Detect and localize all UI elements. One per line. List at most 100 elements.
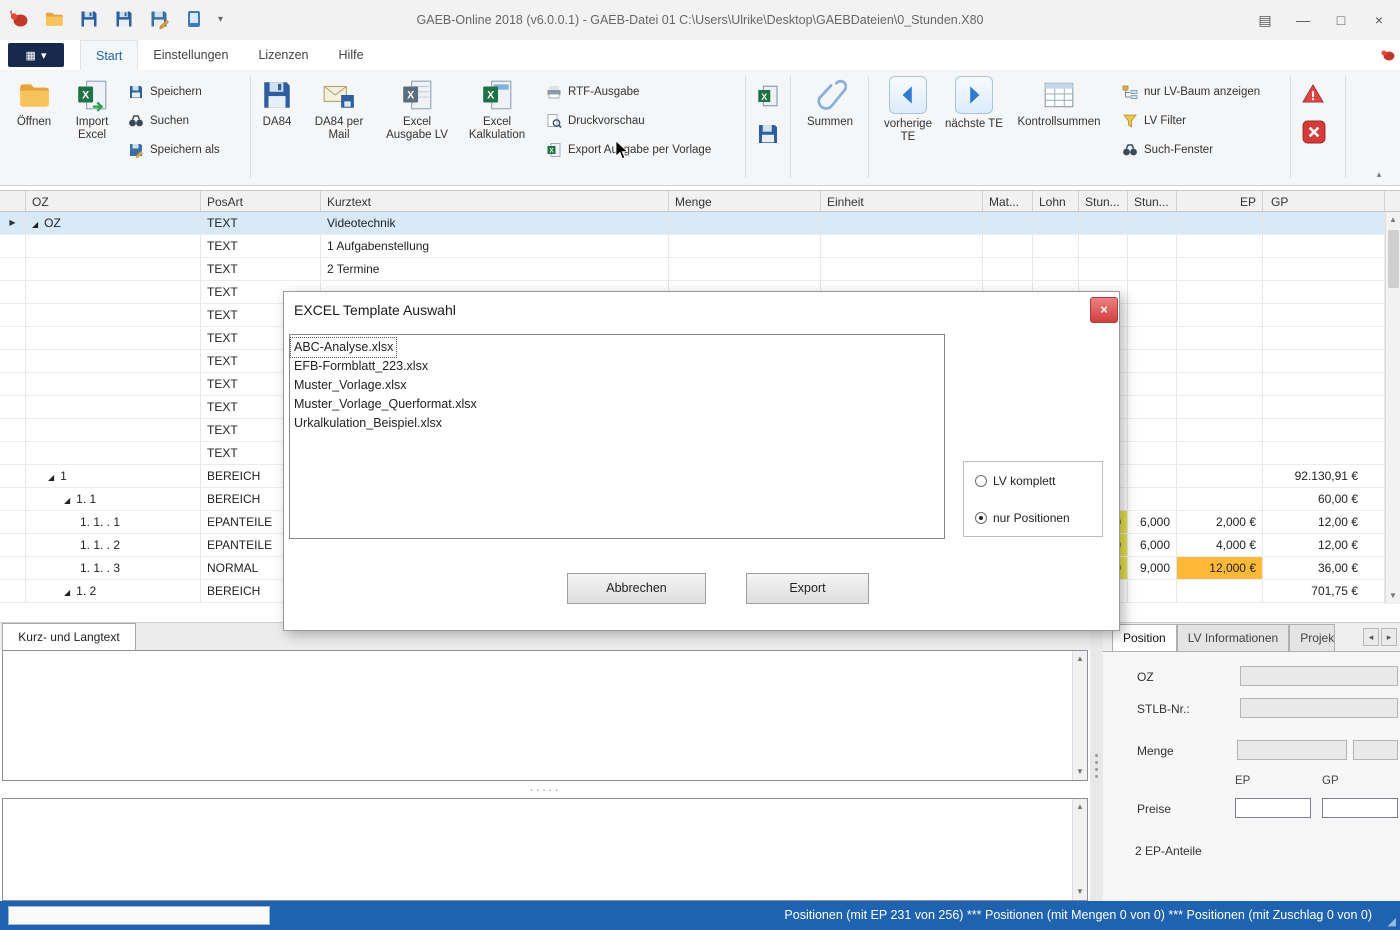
excel-kalkulation-button[interactable]: X Excel Kalkulation <box>458 76 536 142</box>
lv-filter-button[interactable]: LV Filter <box>1122 111 1186 131</box>
cell-ep[interactable] <box>1177 304 1263 326</box>
cell-oz[interactable]: 1. 1. . 3 <box>26 557 201 579</box>
tab-next-icon[interactable]: ▸ <box>1381 628 1397 646</box>
cell-kurztext[interactable]: 1 Aufgabenstellung <box>321 235 669 257</box>
template-listbox[interactable]: ABC-Analyse.xlsx EFB-Formblatt_223.xlsx … <box>289 334 945 539</box>
app-menu-button[interactable]: ▦ ▾ <box>8 43 64 67</box>
cell-stun2[interactable] <box>1128 396 1177 418</box>
kontrollsummen-button[interactable]: Kontrollsummen <box>1012 76 1106 129</box>
cell-ep[interactable] <box>1177 396 1263 418</box>
cell-ep[interactable] <box>1177 488 1263 510</box>
cell-posart[interactable]: TEXT <box>201 258 321 280</box>
column-header-mat[interactable]: Mat... <box>983 191 1033 211</box>
suchen-button[interactable]: Suchen <box>128 111 189 131</box>
expand-node-icon[interactable]: ◢ <box>32 220 38 229</box>
cell-oz[interactable]: 1. 1. . 1 <box>26 511 201 533</box>
cell-stun2[interactable] <box>1128 281 1177 303</box>
list-item-template[interactable]: Muster_Vorlage_Querformat.xlsx <box>291 395 480 414</box>
cell-stun2[interactable]: 6,000 <box>1128 534 1177 556</box>
cell-einheit[interactable] <box>821 212 983 234</box>
cell-oz[interactable] <box>26 442 201 464</box>
mouse-settings-icon[interactable] <box>1380 47 1396 63</box>
da84-button[interactable]: DA84 <box>254 76 300 129</box>
such-fenster-button[interactable]: Such-Fenster <box>1122 140 1213 160</box>
tab-lizenzen[interactable]: Lizenzen <box>243 40 323 70</box>
list-item-template[interactable]: ABC-Analyse.xlsx <box>291 338 396 357</box>
tab-projekt[interactable]: Projek <box>1289 624 1335 651</box>
cell-oz[interactable] <box>26 281 201 303</box>
cell-gp[interactable]: 12,00 € <box>1263 511 1385 533</box>
tab-einstellungen[interactable]: Einstellungen <box>138 40 243 70</box>
cell-einheit[interactable] <box>821 258 983 280</box>
naechste-te-button[interactable]: nächste TE <box>945 76 1003 131</box>
cell-oz[interactable] <box>26 419 201 441</box>
grid-vertical-scrollbar[interactable]: ▲ ▼ <box>1385 212 1400 604</box>
scroll-down-icon[interactable]: ▼ <box>1073 884 1087 900</box>
cell-gp[interactable]: 60,00 € <box>1263 488 1385 510</box>
horizontal-splitter[interactable]: ····· <box>0 783 1090 797</box>
cell-einheit[interactable] <box>821 235 983 257</box>
save-da84-icon[interactable] <box>113 8 135 30</box>
list-item-template[interactable]: Muster_Vorlage.xlsx <box>291 376 410 395</box>
column-header-oz[interactable]: OZ <box>26 191 201 211</box>
table-row[interactable]: TEXT2 Termine <box>0 258 1400 281</box>
cell-ep[interactable] <box>1177 212 1263 234</box>
cell-stun2[interactable] <box>1128 580 1177 602</box>
tab-kurz-und-langtext[interactable]: Kurz- und Langtext <box>2 623 136 650</box>
table-row[interactable]: TEXT1 Aufgabenstellung <box>0 235 1400 258</box>
close-red-icon[interactable] <box>1302 120 1326 144</box>
speichern-button[interactable]: Speichern <box>128 82 202 102</box>
da84-mail-button[interactable]: DA84 per Mail <box>305 76 373 142</box>
expand-node-icon[interactable]: ◢ <box>48 473 54 482</box>
kurztext-textarea[interactable]: ▲ ▼ <box>2 650 1088 781</box>
close-button[interactable]: × <box>1364 7 1394 33</box>
expand-node-icon[interactable]: ◢ <box>64 496 70 505</box>
dialog-close-button[interactable]: × <box>1090 297 1118 323</box>
cell-gp[interactable] <box>1263 442 1385 464</box>
cell-stun2[interactable] <box>1128 304 1177 326</box>
cell-ep[interactable] <box>1177 442 1263 464</box>
cell-menge[interactable] <box>669 258 821 280</box>
preis-ep-field[interactable] <box>1235 798 1311 818</box>
cell-menge[interactable] <box>669 212 821 234</box>
save-as-icon[interactable] <box>148 8 170 30</box>
table-row[interactable]: ▶◢OZTEXTVideotechnik <box>0 212 1400 235</box>
cell-oz[interactable]: 1. 1. . 2 <box>26 534 201 556</box>
excel-mini-icon[interactable]: X <box>756 84 780 108</box>
cell-oz[interactable]: ◢1. 2 <box>26 580 201 602</box>
cell-ep[interactable] <box>1177 350 1263 372</box>
cell-gp[interactable] <box>1263 373 1385 395</box>
cell-ep[interactable]: 2,000 € <box>1177 511 1263 533</box>
radio-lv-komplett[interactable]: LV komplett <box>975 474 1055 488</box>
cell-stun2[interactable] <box>1128 442 1177 464</box>
cell-gp[interactable] <box>1263 419 1385 441</box>
list-item-template[interactable]: EFB-Formblatt_223.xlsx <box>291 357 431 376</box>
preis-gp-field[interactable] <box>1322 798 1398 818</box>
cell-stun2[interactable]: 9,000 <box>1128 557 1177 579</box>
tab-start[interactable]: Start <box>80 40 138 70</box>
cell-mat[interactable] <box>983 235 1033 257</box>
cell-oz[interactable] <box>26 304 201 326</box>
column-header-posart[interactable]: PosArt <box>201 191 321 211</box>
cell-kurztext[interactable]: 2 Termine <box>321 258 669 280</box>
excel-ausgabe-lv-button[interactable]: X Excel Ausgabe LV <box>380 76 454 142</box>
cell-gp[interactable]: 92.130,91 € <box>1263 465 1385 487</box>
cell-gp[interactable] <box>1263 327 1385 349</box>
tab-position[interactable]: Position <box>1112 624 1177 651</box>
cell-stun2[interactable] <box>1128 235 1177 257</box>
lv-baum-button[interactable]: nur LV-Baum anzeigen <box>1122 82 1260 102</box>
rtf-ausgabe-button[interactable]: RTF-Ausgabe <box>546 82 639 102</box>
cell-lohn[interactable] <box>1033 258 1079 280</box>
vorherige-te-button[interactable]: vorherige TE <box>877 76 939 144</box>
cell-ep[interactable] <box>1177 419 1263 441</box>
column-header-menge[interactable]: Menge <box>669 191 821 211</box>
cell-stun2[interactable] <box>1128 350 1177 372</box>
speichern-als-button[interactable]: Speichern als <box>128 140 220 160</box>
cell-stun1[interactable] <box>1079 258 1128 280</box>
stlb-field[interactable] <box>1240 698 1398 718</box>
scroll-up-icon[interactable]: ▲ <box>1073 799 1087 815</box>
cell-posart[interactable]: TEXT <box>201 212 321 234</box>
cell-ep[interactable] <box>1177 281 1263 303</box>
cell-ep[interactable] <box>1177 373 1263 395</box>
druckvorschau-button[interactable]: Druckvorschau <box>546 111 645 131</box>
